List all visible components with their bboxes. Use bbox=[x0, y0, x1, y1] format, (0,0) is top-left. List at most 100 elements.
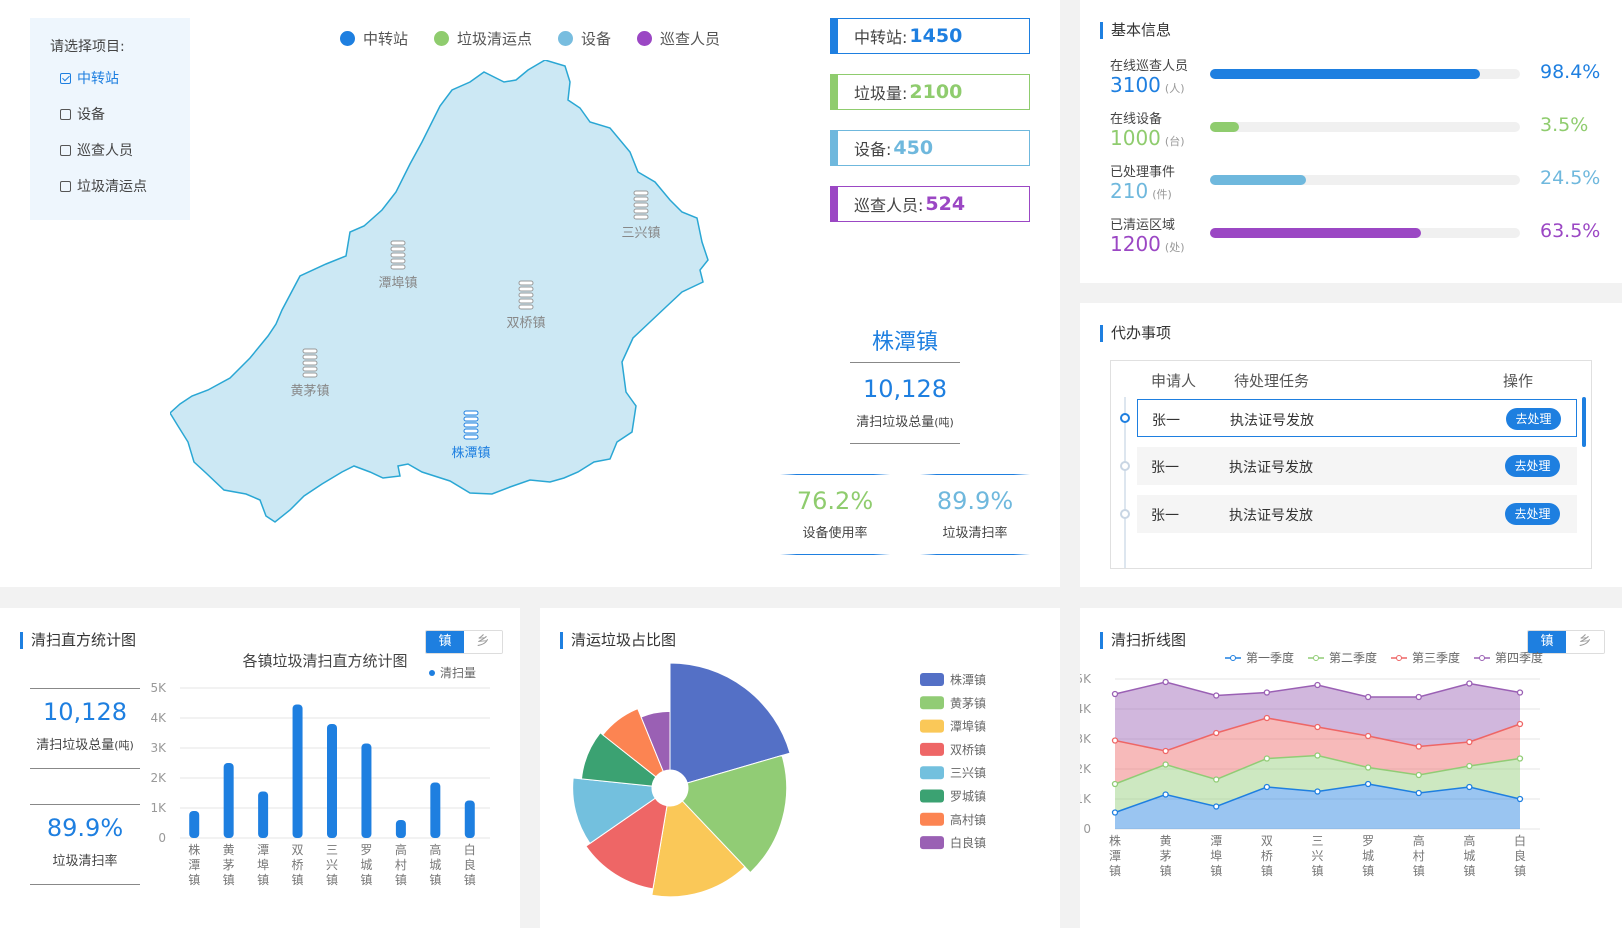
town-marker-icon[interactable] bbox=[463, 410, 479, 440]
legend-label[interactable]: 黄茅镇 bbox=[950, 696, 986, 710]
x-tick-label: 潭埠镇 bbox=[1210, 834, 1222, 878]
data-point[interactable] bbox=[1111, 737, 1119, 744]
bar-chart[interactable]: 各镇垃圾清扫直方统计图清扫量 0 1K 2K 3K 4K 5K 株潭镇 黄茅镇 潭埠镇 双桥镇 三兴镇… bbox=[150, 648, 510, 918]
scrollbar[interactable] bbox=[1582, 397, 1586, 447]
data-point[interactable] bbox=[1213, 776, 1220, 783]
option-equipment[interactable]: 设备 bbox=[60, 104, 105, 124]
legend-label[interactable]: 高村镇 bbox=[950, 812, 986, 827]
data-point[interactable] bbox=[1516, 755, 1524, 762]
pie-panel: 清运垃圾占比图 株潭镇 黄茅镇 潭埠镇 双桥镇 三兴镇 罗城镇 高村镇 白良镇 bbox=[540, 608, 1060, 928]
bar[interactable] bbox=[430, 782, 441, 839]
process-button[interactable]: 去处理 bbox=[1505, 455, 1560, 477]
bar[interactable] bbox=[361, 743, 372, 839]
stacked-area-chart[interactable]: 0 1K 2K 3K 4K 5K 株潭镇 黄茅镇 潭埠镇 双桥镇 三兴镇 罗城镇 高村镇 高城镇 白良镇 第一… bbox=[1080, 648, 1622, 923]
data-point[interactable] bbox=[1415, 693, 1422, 701]
data-point[interactable] bbox=[1111, 780, 1119, 788]
todo-row[interactable]: 张一 执法证号发放 去处理 bbox=[1137, 399, 1577, 437]
legend-item[interactable]: 设备 bbox=[558, 28, 611, 49]
option-inspectors[interactable]: 巡查人员 bbox=[60, 140, 133, 160]
data-point[interactable] bbox=[1111, 690, 1119, 698]
checkbox-icon[interactable] bbox=[60, 144, 71, 156]
town-label[interactable]: 双桥镇 bbox=[506, 316, 545, 331]
process-button[interactable]: 去处理 bbox=[1506, 408, 1561, 430]
data-point[interactable] bbox=[1364, 780, 1372, 788]
data-point[interactable] bbox=[1466, 680, 1473, 687]
data-point[interactable] bbox=[1263, 783, 1271, 791]
bar[interactable] bbox=[223, 763, 234, 838]
todo-row[interactable]: 张一 执法证号发放 去处理 bbox=[1137, 495, 1577, 533]
data-point[interactable] bbox=[1263, 714, 1271, 722]
bar[interactable] bbox=[327, 724, 337, 838]
data-point[interactable] bbox=[1314, 752, 1321, 759]
legend-label[interactable]: 罗城镇 bbox=[950, 790, 986, 804]
bar[interactable] bbox=[464, 800, 475, 839]
data-point[interactable] bbox=[1364, 764, 1372, 771]
bar[interactable] bbox=[258, 791, 269, 839]
data-point[interactable] bbox=[1415, 743, 1422, 750]
checkbox-icon[interactable] bbox=[60, 180, 71, 192]
info-row: 在线设备 1000 (台) 3.5% bbox=[1110, 108, 1600, 152]
data-point[interactable] bbox=[1415, 789, 1422, 797]
region-map[interactable]: 三兴镇潭埠镇双桥镇黄茅镇株潭镇 bbox=[170, 60, 730, 530]
town-marker-icon[interactable] bbox=[390, 240, 406, 270]
y-tick-label: 3K bbox=[1080, 732, 1092, 746]
data-point[interactable] bbox=[1516, 720, 1524, 728]
todo-row[interactable]: 张一 执法证号发放 去处理 bbox=[1137, 447, 1577, 485]
process-button[interactable]: 去处理 bbox=[1505, 503, 1560, 525]
town-marker-icon[interactable] bbox=[302, 348, 318, 378]
data-point[interactable] bbox=[1111, 809, 1119, 816]
applicant: 张一 bbox=[1151, 508, 1179, 524]
checkbox-checked-icon[interactable] bbox=[60, 72, 71, 84]
data-point[interactable] bbox=[1516, 689, 1524, 696]
data-point[interactable] bbox=[1314, 723, 1321, 731]
data-point[interactable] bbox=[1466, 738, 1473, 746]
data-point[interactable] bbox=[1314, 681, 1321, 689]
town-marker-icon[interactable] bbox=[633, 190, 649, 220]
town-label[interactable]: 潭埠镇 bbox=[378, 276, 417, 291]
data-point[interactable] bbox=[1162, 678, 1169, 686]
data-point[interactable] bbox=[1314, 788, 1321, 795]
data-point[interactable] bbox=[1466, 783, 1473, 791]
data-point[interactable] bbox=[1213, 803, 1220, 810]
bar[interactable] bbox=[395, 820, 406, 838]
legend-label[interactable]: 白良镇 bbox=[950, 835, 986, 850]
data-point[interactable] bbox=[1162, 791, 1169, 798]
data-point[interactable] bbox=[1213, 729, 1220, 737]
data-point[interactable] bbox=[1364, 693, 1372, 701]
option-transfer-station[interactable]: 中转站 bbox=[60, 68, 119, 88]
rose-chart[interactable]: 株潭镇黄茅镇潭埠镇双桥镇三兴镇罗城镇高村镇白良镇 bbox=[540, 648, 1060, 918]
legend-label[interactable]: 第四季度 bbox=[1495, 650, 1543, 665]
legend-item[interactable]: 巡查人员 bbox=[637, 28, 720, 49]
info-percent: 63.5% bbox=[1540, 220, 1601, 242]
data-point[interactable] bbox=[1516, 795, 1524, 803]
legend-label[interactable]: 潭埠镇 bbox=[950, 720, 986, 734]
data-point[interactable] bbox=[1213, 692, 1220, 699]
data-point[interactable] bbox=[1364, 732, 1372, 740]
data-point[interactable] bbox=[1263, 689, 1271, 696]
legend-label[interactable]: 第一季度 bbox=[1246, 650, 1294, 665]
checkbox-icon[interactable] bbox=[60, 108, 71, 120]
town-label[interactable]: 株潭镇 bbox=[451, 446, 490, 461]
data-point[interactable] bbox=[1162, 761, 1169, 768]
town-marker-icon[interactable] bbox=[518, 280, 534, 310]
bar[interactable] bbox=[189, 811, 200, 838]
x-tick-label: 三兴镇 bbox=[326, 843, 338, 887]
town-label[interactable]: 三兴镇 bbox=[621, 226, 660, 241]
bar[interactable] bbox=[292, 704, 303, 839]
legend-item[interactable]: 中转站 bbox=[340, 28, 408, 49]
data-point[interactable] bbox=[1162, 747, 1169, 755]
region-boundary[interactable] bbox=[170, 60, 709, 523]
legend-item[interactable]: 垃圾清运点 bbox=[434, 28, 532, 49]
legend-label[interactable]: 第二季度 bbox=[1329, 650, 1377, 665]
legend-label[interactable]: 三兴镇 bbox=[950, 766, 986, 780]
option-collection-points[interactable]: 垃圾清运点 bbox=[60, 176, 147, 196]
legend-label[interactable]: 双桥镇 bbox=[950, 743, 986, 757]
legend-dot-icon bbox=[1479, 655, 1485, 661]
legend-label[interactable]: 株潭镇 bbox=[950, 672, 986, 687]
data-point[interactable] bbox=[1415, 771, 1422, 779]
legend-label[interactable]: 第三季度 bbox=[1412, 650, 1460, 665]
data-point[interactable] bbox=[1263, 755, 1271, 762]
data-point[interactable] bbox=[1466, 762, 1473, 770]
town-label[interactable]: 黄茅镇 bbox=[290, 384, 329, 399]
info-name: 已处理事件 bbox=[1110, 165, 1176, 180]
